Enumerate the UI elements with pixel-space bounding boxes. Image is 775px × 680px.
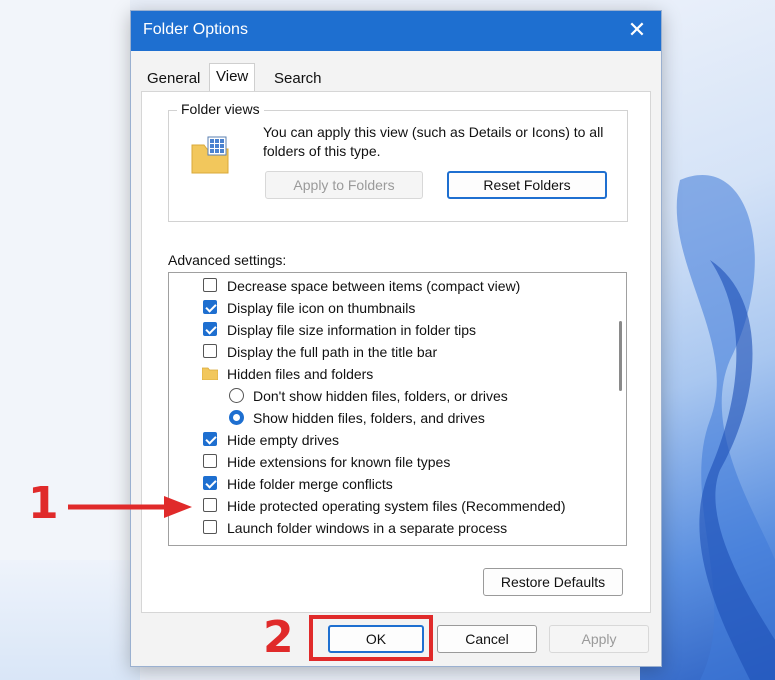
folder-views-description: You can apply this view (such as Details… xyxy=(263,124,604,159)
window-title: Folder Options xyxy=(143,21,248,38)
checkbox-compact-view[interactable] xyxy=(203,278,217,292)
folder-views-group: Folder views You can apply this view (su… xyxy=(168,101,628,222)
checkbox-hide-empty-drives[interactable] xyxy=(203,432,217,446)
list-item-label: Display the full path in the title bar xyxy=(227,344,438,360)
cancel-button[interactable]: Cancel xyxy=(437,625,537,653)
list-item-label: Hide folder merge conflicts xyxy=(227,476,393,492)
radio-show-hidden[interactable] xyxy=(229,410,244,425)
checkbox-separate-process[interactable] xyxy=(203,520,217,534)
annotation-step-2: 2 xyxy=(263,612,294,663)
radio-dont-show-hidden[interactable] xyxy=(229,388,244,403)
close-icon[interactable]: ✕ xyxy=(625,17,649,43)
checkbox-hide-protected-os-files[interactable] xyxy=(203,498,217,512)
folder-options-dialog: Folder Options ✕ General View Search Fol… xyxy=(130,10,662,667)
list-item-label: Show hidden files, folders, and drives xyxy=(253,410,485,426)
annotation-arrow-icon xyxy=(68,496,192,518)
list-item-label: Hidden files and folders xyxy=(227,366,374,382)
folder-icon xyxy=(202,367,218,380)
advanced-settings-list[interactable]: Decrease space between items (compact vi… xyxy=(168,272,627,546)
tab-view[interactable]: View xyxy=(209,63,256,92)
scrollbar-thumb[interactable] xyxy=(619,321,622,391)
list-item-label: Hide empty drives xyxy=(227,432,340,448)
reset-folders-button[interactable]: Reset Folders xyxy=(447,171,607,199)
list-item-label: Decrease space between items (compact vi… xyxy=(227,278,521,294)
annotation-highlight-box xyxy=(309,615,433,661)
tab-search[interactable]: Search xyxy=(268,67,328,91)
list-item-label: Don't show hidden files, folders, or dri… xyxy=(253,388,508,404)
apply-button[interactable]: Apply xyxy=(549,625,649,653)
list-item-label: Launch folder windows in a separate proc… xyxy=(227,520,508,536)
list-scrollbar[interactable] xyxy=(612,273,626,545)
folder-views-legend: Folder views xyxy=(177,101,264,117)
restore-defaults-button[interactable]: Restore Defaults xyxy=(483,568,623,596)
wallpaper-bottom-left xyxy=(0,560,140,680)
view-tab-panel: Folder views You can apply this view (su… xyxy=(141,91,651,613)
checkbox-hide-merge-conflicts[interactable] xyxy=(203,476,217,490)
list-item-label: Display file icon on thumbnails xyxy=(227,300,416,316)
apply-to-folders-button[interactable]: Apply to Folders xyxy=(265,171,423,199)
list-item-label: Hide extensions for known file types xyxy=(227,454,451,470)
checkbox-file-icon-thumbnails[interactable] xyxy=(203,300,217,314)
list-item-label: Display file size information in folder … xyxy=(227,322,476,338)
list-item-label: Hide protected operating system files (R… xyxy=(227,498,566,514)
title-bar: Folder Options ✕ xyxy=(131,11,661,51)
tab-general[interactable]: General xyxy=(141,67,206,91)
checkbox-full-path[interactable] xyxy=(203,344,217,358)
checkbox-file-size-info[interactable] xyxy=(203,322,217,336)
folder-views-icon xyxy=(191,136,229,174)
advanced-settings-label: Advanced settings: xyxy=(168,252,287,268)
checkbox-hide-extensions[interactable] xyxy=(203,454,217,468)
annotation-step-1: 1 xyxy=(28,478,59,529)
